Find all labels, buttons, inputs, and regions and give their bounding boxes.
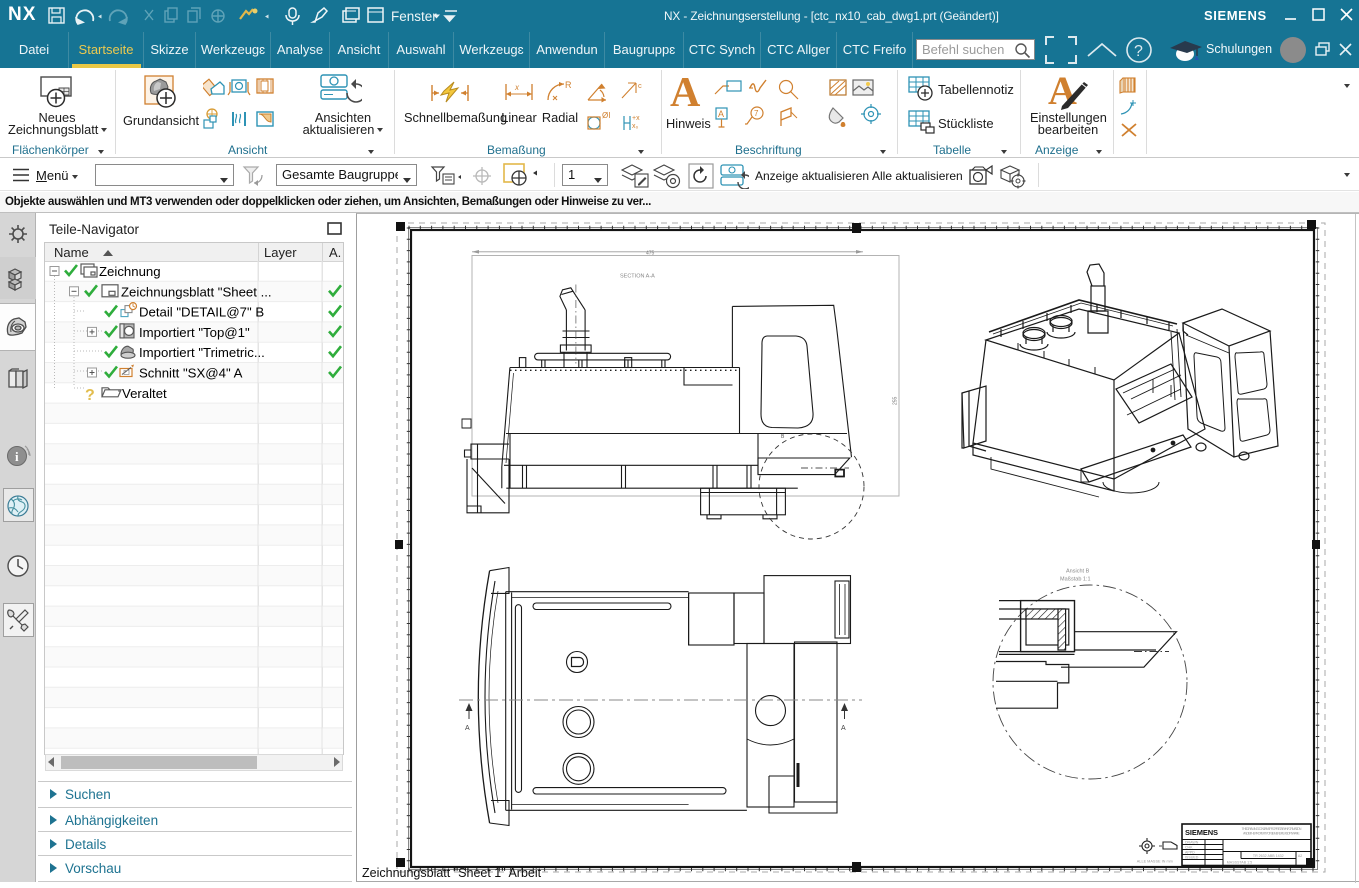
svg-text:7: 7 — [754, 109, 759, 118]
svg-text:MASSSTAB 1:5: MASSSTAB 1:5 — [1227, 861, 1252, 865]
svg-text:?: ? — [1134, 43, 1143, 60]
svg-text:Importiert "Trimetric...: Importiert "Trimetric... — [139, 345, 265, 360]
svg-text:c: c — [638, 81, 642, 90]
svg-text:A: A — [841, 725, 846, 732]
svg-text:ISSUED: ISSUED — [1185, 856, 1199, 860]
svg-text:ALLE MASSE IN mm: ALLE MASSE IN mm — [1137, 860, 1173, 864]
svg-text:475: 475 — [646, 250, 655, 256]
svg-text:Veraltet: Veraltet — [122, 386, 167, 401]
svg-text:Importiert "Top@1": Importiert "Top@1" — [139, 325, 250, 340]
svg-text:Schnitt "SX@4" A: Schnitt "SX@4" A — [139, 366, 243, 381]
svg-text:APPD: APPD — [1185, 851, 1195, 855]
svg-text:Detail "DETAIL@7" B: Detail "DETAIL@7" B — [139, 305, 264, 320]
svg-text:Zeichnung: Zeichnung — [99, 264, 161, 279]
svg-text:ØI: ØI — [602, 111, 610, 120]
svg-text:x: x — [514, 83, 520, 92]
svg-text:Maßstab 1:1: Maßstab 1:1 — [1060, 577, 1091, 583]
svg-text:255: 255 — [893, 396, 899, 405]
svg-text:A: A — [718, 109, 724, 119]
svg-text:CHK: CHK — [1185, 846, 1193, 850]
svg-text:THIS DRAWING CONTAINS PROPRIET: THIS DRAWING CONTAINS PROPRIETARY INFORM… — [1242, 827, 1302, 831]
svg-text:x₀: x₀ — [632, 123, 639, 130]
svg-text:TR 2632 ABB 1432: TR 2632 ABB 1432 — [1253, 854, 1284, 858]
svg-text:Ansicht B: Ansicht B — [1066, 569, 1090, 575]
svg-text:i: i — [15, 449, 19, 464]
svg-text:Zeichnungsblatt "Sheet ...: Zeichnungsblatt "Sheet ... — [121, 284, 272, 299]
svg-text:AND IS THE PROPERTY OF SIEMENS: AND IS THE PROPERTY OF SIEMENS PLM SOFTW… — [1243, 831, 1300, 835]
svg-text:B: B — [781, 434, 785, 440]
svg-text:A: A — [465, 725, 470, 732]
svg-text:?: ? — [85, 387, 95, 404]
svg-text:SECTION A-A: SECTION A-A — [620, 274, 655, 280]
svg-text:Fenster: Fenster — [391, 9, 437, 24]
svg-text:R: R — [565, 80, 572, 90]
svg-text:+x: +x — [632, 115, 640, 122]
svg-text:DRAWN: DRAWN — [1185, 841, 1199, 845]
svg-text:A2: A2 — [1298, 854, 1302, 858]
svg-text:SIEMENS: SIEMENS — [1185, 828, 1218, 837]
